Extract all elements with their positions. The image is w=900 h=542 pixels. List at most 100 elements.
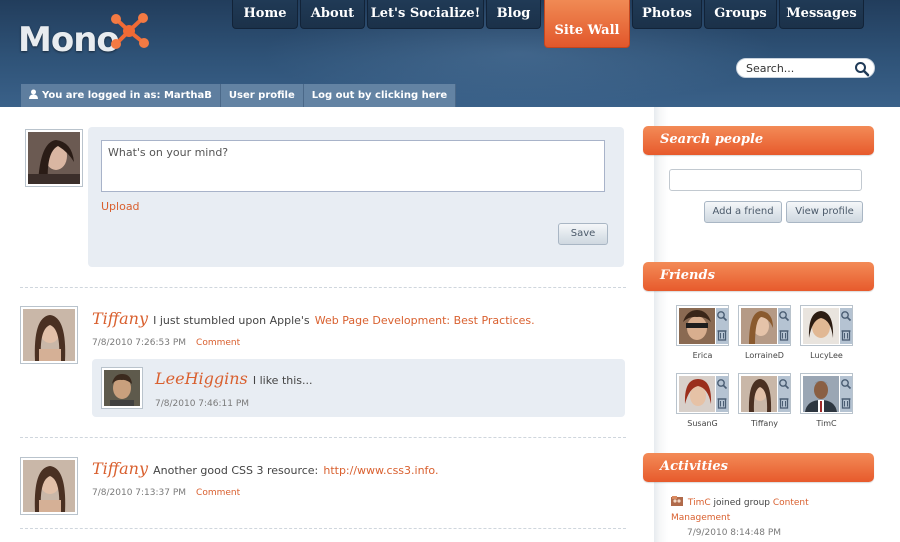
view-profile-button[interactable]: View profile: [786, 201, 863, 223]
reply-text: I like this...: [252, 374, 313, 387]
post-author[interactable]: Tiffany: [92, 459, 148, 478]
user-icon: [29, 89, 38, 99]
friend-frame: [800, 373, 853, 414]
friend-controls: [840, 308, 852, 344]
post-body: Tiffany I just stumbled upon Apple's Web…: [92, 309, 622, 328]
friend-controls: [778, 308, 790, 344]
avatar-photo-tiffany: [23, 460, 75, 512]
reply: LeeHiggins I like this... 7/8/2010 7:46:…: [92, 359, 625, 417]
user-bar: You are logged in as: MarthaB User profi…: [21, 84, 457, 107]
friend-frame: [676, 305, 729, 346]
friend-name[interactable]: LorraineD: [738, 351, 791, 360]
my-avatar: [25, 129, 83, 187]
friend-photo-susang: [679, 376, 715, 412]
search-icon[interactable]: [854, 61, 870, 77]
friend-name[interactable]: Tiffany: [738, 419, 791, 428]
search-input[interactable]: [746, 61, 854, 76]
reply-timestamp: 7/8/2010 7:46:11 PM: [155, 399, 250, 409]
reply-author[interactable]: LeeHiggins: [155, 369, 248, 388]
logout-link[interactable]: Log out by clicking here: [303, 84, 457, 107]
site-search: [736, 58, 875, 78]
friend-photo-timc: [803, 376, 839, 412]
nav-item-site-wall[interactable]: Site Wall: [544, 0, 630, 48]
activity-item: TimC joined group Content Management 7/9…: [671, 496, 841, 541]
activities-heading: Activities: [643, 453, 874, 482]
nav-item-lets-socialize[interactable]: Let's Socialize!: [367, 0, 484, 29]
friend-controls: [840, 376, 852, 412]
upload-link[interactable]: Upload: [101, 200, 140, 213]
nav-item-about[interactable]: About: [300, 0, 365, 29]
trash-icon[interactable]: [716, 395, 728, 411]
friend-photo-lucylee: [803, 308, 839, 344]
nav-item-home[interactable]: Home: [232, 0, 298, 29]
friend-controls: [716, 376, 728, 412]
activity-user[interactable]: TimC: [688, 498, 711, 508]
comment-link[interactable]: Comment: [196, 488, 240, 498]
friend-photo-tiffany: [741, 376, 777, 412]
site-wall-page: Mono Home About Let's Socialize! Blog Si…: [0, 0, 900, 542]
friend-controls: [778, 376, 790, 412]
zoom-icon[interactable]: [778, 309, 790, 325]
nav-item-messages[interactable]: Messages: [779, 0, 864, 29]
friend-frame: [738, 305, 791, 346]
zoom-icon[interactable]: [716, 377, 728, 393]
friend-controls: [716, 308, 728, 344]
friend-name[interactable]: TimC: [800, 419, 853, 428]
divider: [20, 287, 626, 288]
friend-frame: [738, 373, 791, 414]
friend-frame: [676, 373, 729, 414]
status-input[interactable]: [101, 140, 605, 192]
save-button[interactable]: Save: [558, 223, 608, 245]
comment-link[interactable]: Comment: [196, 338, 240, 348]
zoom-icon[interactable]: [840, 309, 852, 325]
post-link[interactable]: Web Page Development: Best Practices.: [315, 314, 535, 327]
trash-icon[interactable]: [778, 395, 790, 411]
post-timestamp: 7/8/2010 7:13:37 PM: [92, 488, 187, 498]
post-body: Tiffany Another good CSS 3 resource: htt…: [92, 459, 622, 478]
activity-timestamp: 7/9/2010 8:14:48 PM: [687, 528, 782, 538]
logged-in-text: You are logged in as: MarthaB: [42, 90, 212, 101]
post-author[interactable]: Tiffany: [92, 309, 148, 328]
post-text: I just stumbled upon Apple's: [153, 314, 310, 327]
avatar-photo-tiffany: [23, 309, 75, 361]
activity-action: joined group: [713, 498, 770, 508]
nav-item-photos[interactable]: Photos: [632, 0, 702, 29]
trash-icon[interactable]: [716, 327, 728, 343]
zoom-icon[interactable]: [716, 309, 728, 325]
header: Mono Home About Let's Socialize! Blog Si…: [0, 0, 900, 107]
nav-item-groups[interactable]: Groups: [704, 0, 777, 29]
group-icon: [671, 496, 683, 506]
trash-icon[interactable]: [840, 395, 852, 411]
nav-item-blog[interactable]: Blog: [486, 0, 541, 29]
post-timestamp: 7/8/2010 7:26:53 PM: [92, 338, 187, 348]
main-nav: Home About Let's Socialize! Blog Site Wa…: [0, 0, 900, 48]
status-composer: Upload Save: [88, 127, 624, 267]
search-people-input[interactable]: [669, 169, 862, 191]
reply-body: LeeHiggins I like this...: [155, 369, 313, 388]
logged-in-status: You are logged in as: MarthaB: [21, 84, 221, 107]
divider: [20, 528, 626, 529]
post-text: Another good CSS 3 resource:: [153, 464, 319, 477]
friend-photo-erica: [679, 308, 715, 344]
reply-avatar[interactable]: [101, 367, 143, 409]
avatar-photo-martha: [28, 132, 80, 184]
post-meta: 7/8/2010 7:26:53 PM Comment: [92, 338, 240, 348]
avatar-photo-leehiggins: [104, 370, 140, 406]
trash-icon[interactable]: [778, 327, 790, 343]
zoom-icon[interactable]: [778, 377, 790, 393]
friend-frame: [800, 305, 853, 346]
search-people-heading: Search people: [643, 126, 874, 155]
post-link[interactable]: http://www.css3.info.: [323, 464, 438, 477]
post-avatar[interactable]: [20, 306, 78, 364]
friend-name[interactable]: SusanG: [676, 419, 729, 428]
divider: [20, 437, 626, 438]
post-meta: 7/8/2010 7:13:37 PM Comment: [92, 488, 240, 498]
user-profile-link[interactable]: User profile: [220, 84, 304, 107]
post-avatar[interactable]: [20, 457, 78, 515]
zoom-icon[interactable]: [840, 377, 852, 393]
add-friend-button[interactable]: Add a friend: [704, 201, 782, 223]
friend-name[interactable]: Erica: [676, 351, 729, 360]
trash-icon[interactable]: [840, 327, 852, 343]
friends-heading: Friends: [643, 262, 874, 291]
friend-name[interactable]: LucyLee: [800, 351, 853, 360]
